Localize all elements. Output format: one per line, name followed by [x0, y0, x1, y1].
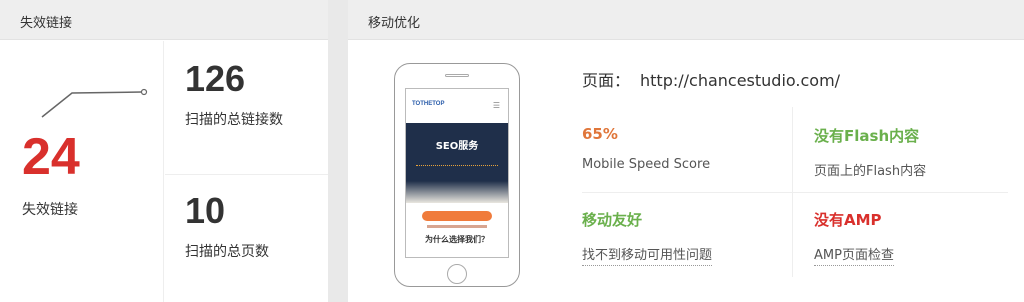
mobile-speed-metric: 65% Mobile Speed Score — [582, 125, 782, 172]
phone-preview: TOTHETOP ☰ SEO服务 为什么选择我们？ — [394, 63, 520, 287]
site-tagline — [427, 225, 487, 228]
total-links-stat: 126 扫描的总链接数 — [185, 61, 283, 129]
total-pages-stat: 10 扫描的总页数 — [185, 193, 269, 261]
mobile-metrics-grid: 65% Mobile Speed Score 没有Flash内容 页面上的Fla… — [582, 107, 1008, 277]
phone-screen: TOTHETOP ☰ SEO服务 为什么选择我们？ — [405, 88, 509, 258]
metric-value: 没有AMP — [814, 211, 882, 229]
amp-metric: 没有AMP AMP页面检查 — [814, 209, 1014, 266]
panel-title: 失效链接 — [0, 0, 328, 40]
grid-divider-horizontal — [582, 192, 1008, 193]
broken-links-panel: 失效链接 24 失效链接 126 扫描的总链接数 10 扫描的总页数 — [0, 0, 328, 302]
total-links-value: 126 — [185, 58, 246, 99]
mobile-optimization-panel: 移动优化 TOTHETOP ☰ SEO服务 为什么选择我们？ 页面： http:… — [348, 0, 1024, 302]
metric-value: 65% — [582, 125, 618, 143]
page-url: http://chancestudio.com/ — [640, 71, 841, 90]
flash-content-metric: 没有Flash内容 页面上的Flash内容 — [814, 125, 1014, 179]
metric-label-link[interactable]: 找不到移动可用性问题 — [582, 244, 713, 266]
phone-speaker — [445, 74, 469, 77]
broken-links-summary: 24 失效链接 — [0, 41, 164, 302]
total-pages-value: 10 — [185, 190, 226, 231]
mobile-friendly-metric: 移动友好 找不到移动可用性问题 — [582, 209, 782, 266]
site-logo: TOTHETOP — [412, 101, 445, 107]
scan-stats: 126 扫描的总链接数 10 扫描的总页数 — [165, 41, 328, 302]
divider — [165, 174, 328, 175]
page-label: 页面： — [582, 71, 631, 90]
metric-label-link[interactable]: AMP页面检查 — [814, 244, 894, 266]
broken-links-label: 失效链接 — [22, 202, 78, 218]
site-question: 为什么选择我们？ — [425, 235, 489, 244]
broken-links-count: 24 — [22, 128, 80, 186]
phone-home-button — [447, 264, 467, 284]
menu-icon: ☰ — [492, 101, 500, 110]
hero-illustration — [406, 181, 508, 203]
page-url-line: 页面： http://chancestudio.com/ — [582, 67, 840, 91]
metric-label: 页面上的Flash内容 — [814, 164, 927, 179]
metric-value: 没有Flash内容 — [814, 127, 920, 145]
total-pages-label: 扫描的总页数 — [185, 244, 269, 260]
metric-label: Mobile Speed Score — [582, 157, 711, 172]
site-cta-button — [422, 211, 492, 221]
site-hero: SEO服务 — [406, 123, 508, 203]
metric-value: 移动友好 — [582, 211, 643, 229]
hero-title: SEO服务 — [435, 141, 479, 152]
panel-title: 移动优化 — [348, 0, 1024, 40]
hero-nav-dots — [416, 165, 498, 168]
total-links-label: 扫描的总链接数 — [185, 112, 283, 128]
trend-sparkline — [41, 88, 148, 118]
